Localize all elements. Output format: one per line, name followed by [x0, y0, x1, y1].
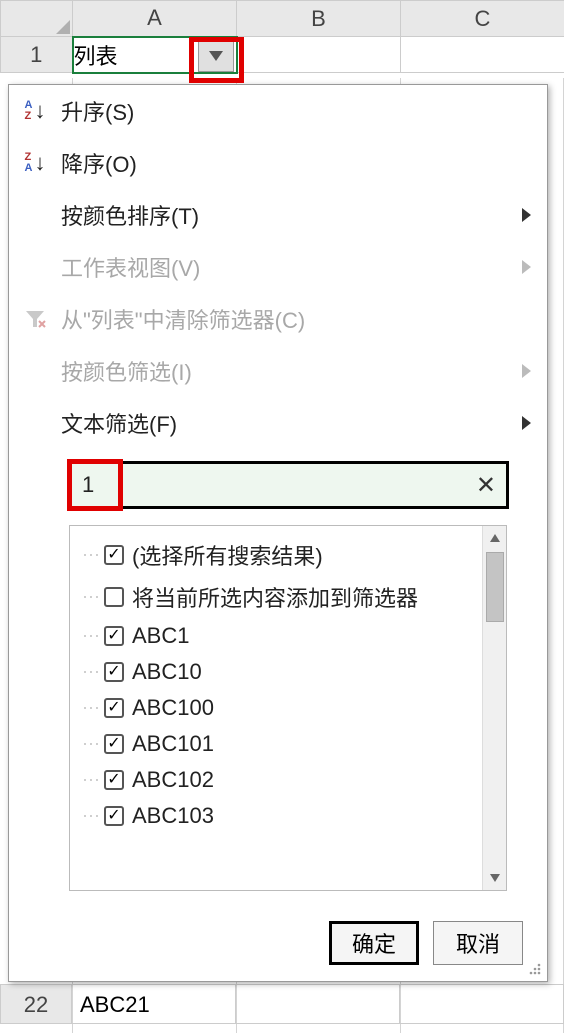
- filter-value-label: ABC102: [132, 767, 214, 793]
- filter-values-list: ⋯(选择所有搜索结果)⋯将当前所选内容添加到筛选器⋯ABC1⋯ABC10⋯ABC…: [69, 525, 507, 891]
- submenu-arrow-icon: [522, 416, 531, 430]
- filter-value-label: ABC101: [132, 731, 214, 757]
- submenu-arrow-icon: [522, 208, 531, 222]
- sort-desc-label: 降序(O): [61, 147, 531, 179]
- filter-value-label: ABC100: [132, 695, 214, 721]
- filter-value-item[interactable]: ⋯将当前所选内容添加到筛选器: [82, 576, 478, 618]
- row-header-1[interactable]: 1: [1, 37, 73, 73]
- resize-grip[interactable]: [527, 961, 543, 977]
- scroll-down-button[interactable]: [483, 866, 506, 890]
- filter-value-label: (选择所有搜索结果): [132, 539, 323, 571]
- scroll-up-button[interactable]: [483, 526, 506, 550]
- row-header-22[interactable]: 22: [0, 984, 72, 1024]
- col-header-b[interactable]: B: [237, 1, 401, 37]
- filter-value-item[interactable]: ⋯ABC103: [82, 798, 478, 834]
- cell-a1-value: 列表: [74, 44, 118, 69]
- sort-by-color-label: 按颜色排序(T): [61, 199, 510, 231]
- clear-search-icon[interactable]: ✕: [476, 471, 496, 500]
- filter-value-item[interactable]: ⋯ABC100: [82, 690, 478, 726]
- filter-value-label: 将当前所选内容添加到筛选器: [132, 581, 418, 613]
- checkbox[interactable]: [104, 545, 124, 565]
- checkbox[interactable]: [104, 587, 124, 607]
- filter-value-label: ABC103: [132, 803, 214, 829]
- filter-value-item[interactable]: ⋯ABC10: [82, 654, 478, 690]
- select-all-corner[interactable]: [1, 1, 73, 37]
- sort-descending[interactable]: ZA ↓ 降序(O): [9, 137, 547, 189]
- row-22: 22 ABC21: [0, 984, 564, 1024]
- sort-asc-icon: AZ ↓: [21, 97, 49, 125]
- sort-desc-icon: ZA ↓: [21, 149, 49, 177]
- funnel-clear-icon: [21, 305, 49, 333]
- sort-by-color[interactable]: 按颜色排序(T): [9, 189, 547, 241]
- cell-a1[interactable]: 列表: [73, 37, 237, 73]
- filter-value-label: ABC10: [132, 659, 202, 685]
- autofilter-dropdown: AZ ↓ 升序(S) ZA ↓ 降序(O) 按颜色排序(T) 工作表视图(V) …: [8, 84, 548, 982]
- chevron-down-icon: [209, 51, 223, 61]
- checkbox[interactable]: [104, 734, 124, 754]
- filter-value-label: ABC1: [132, 623, 189, 649]
- filter-search-input[interactable]: [82, 472, 466, 498]
- filter-value-item[interactable]: ⋯ABC101: [82, 726, 478, 762]
- filter-value-item[interactable]: ⋯ABC1: [82, 618, 478, 654]
- filter-value-item[interactable]: ⋯(选择所有搜索结果): [82, 534, 478, 576]
- checkbox[interactable]: [104, 806, 124, 826]
- filter-search-box[interactable]: ✕: [69, 461, 509, 509]
- sort-asc-label: 升序(S): [61, 95, 531, 127]
- filter-value-item[interactable]: ⋯ABC102: [82, 762, 478, 798]
- checkbox[interactable]: [104, 698, 124, 718]
- submenu-arrow-icon: [522, 260, 531, 274]
- filter-by-color-label: 按颜色筛选(I): [61, 355, 510, 387]
- cell-b1[interactable]: [237, 37, 401, 73]
- sort-ascending[interactable]: AZ ↓ 升序(S): [9, 85, 547, 137]
- sheet-view: 工作表视图(V): [9, 241, 547, 293]
- clear-filter: 从"列表"中清除筛选器(C): [9, 293, 547, 345]
- spreadsheet-grid: A B C 1 列表: [0, 0, 564, 74]
- cancel-button[interactable]: 取消: [433, 921, 523, 965]
- cell-b22[interactable]: [236, 984, 400, 1024]
- ok-button[interactable]: 确定: [329, 921, 419, 965]
- col-header-a[interactable]: A: [73, 1, 237, 37]
- list-scrollbar[interactable]: [482, 526, 506, 890]
- cell-a22[interactable]: ABC21: [72, 984, 236, 1024]
- checkbox[interactable]: [104, 770, 124, 790]
- checkbox[interactable]: [104, 662, 124, 682]
- text-filter[interactable]: 文本筛选(F): [9, 397, 547, 449]
- text-filter-label: 文本筛选(F): [61, 407, 510, 439]
- submenu-arrow-icon: [522, 364, 531, 378]
- cell-c22[interactable]: [400, 984, 564, 1024]
- cell-c1[interactable]: [401, 37, 564, 73]
- clear-filter-label: 从"列表"中清除筛选器(C): [61, 303, 531, 335]
- scroll-thumb[interactable]: [486, 552, 504, 622]
- col-header-c[interactable]: C: [401, 1, 564, 37]
- checkbox[interactable]: [104, 626, 124, 646]
- filter-by-color: 按颜色筛选(I): [9, 345, 547, 397]
- sheet-view-label: 工作表视图(V): [61, 251, 510, 283]
- filter-dropdown-button[interactable]: [198, 40, 234, 72]
